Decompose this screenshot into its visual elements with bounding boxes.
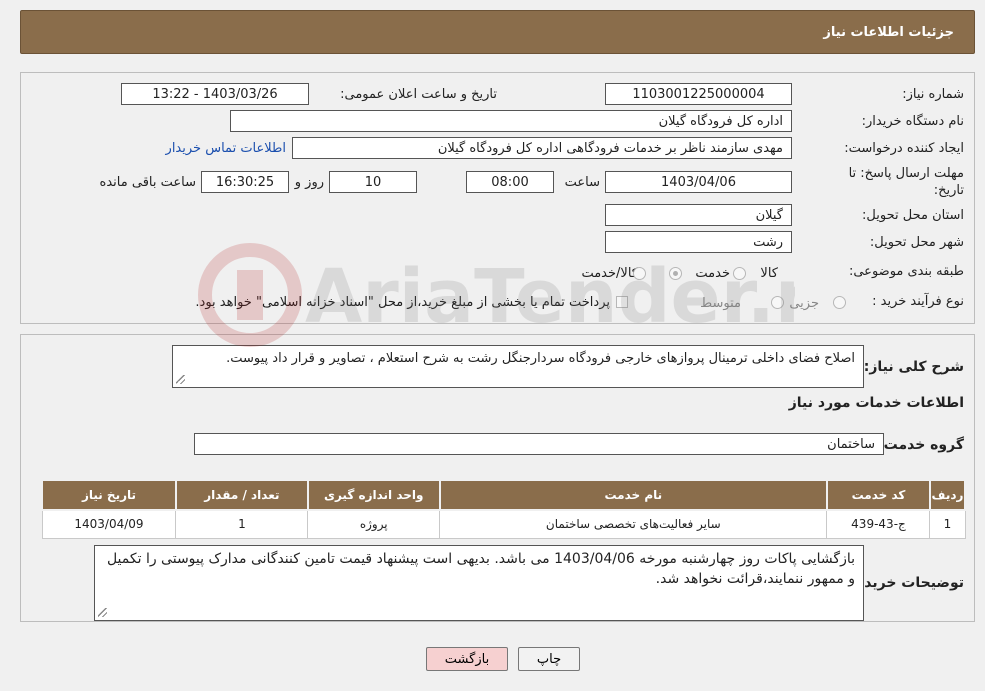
deadline-time-label: ساعت (564, 175, 600, 190)
treasury-payment-note: پرداخت تمام یا بخشی از مبلغ خرید،از محل … (195, 295, 610, 310)
city-label: شهر محل تحویل: (869, 235, 964, 250)
cell-unit: پروژه (307, 509, 441, 539)
services-table-header: ردیف کد خدمت نام خدمت واحد اندازه گیری ت… (41, 479, 967, 511)
buyer-contact-link[interactable]: اطلاعات تماس خریدار (166, 141, 286, 156)
summary-label: شرح کلی نیاز: (863, 359, 964, 375)
col-quantity: تعداد / مقدار (174, 479, 309, 511)
city-field[interactable]: رشت (605, 231, 792, 253)
category-label: طبقه بندی موضوعی: (848, 264, 964, 279)
services-section-title: اطلاعات خدمات مورد نیاز (788, 395, 964, 411)
category-option-goods-label: کالا (760, 266, 778, 281)
back-button[interactable]: بازگشت (426, 647, 508, 671)
process-option-medium-radio[interactable] (771, 296, 784, 309)
deadline-label-date: تاریخ: (933, 183, 964, 198)
resize-grip[interactable] (176, 375, 185, 384)
summary-textarea[interactable]: اصلاح فضای داخلی ترمینال پروازهای خارجی … (172, 345, 864, 388)
province-label: استان محل تحویل: (862, 208, 964, 223)
buyer-org-label: نام دستگاه خریدار: (861, 114, 964, 129)
category-option-goods-radio[interactable] (733, 267, 746, 280)
service-group-label: گروه خدمت: (878, 437, 964, 453)
days-remaining-field[interactable]: 10 (329, 171, 417, 193)
purchase-process-label: نوع فرآیند خرید : (872, 294, 964, 309)
category-option-both-radio[interactable] (633, 267, 646, 280)
col-row-number: ردیف (928, 479, 967, 511)
cell-service-name: سایر فعالیت‌های تخصصی ساختمان (439, 509, 828, 539)
col-service-name: نام خدمت (438, 479, 828, 511)
cell-row-number: 1 (929, 509, 966, 539)
process-option-minor-radio[interactable] (833, 296, 846, 309)
process-option-minor-label: جزیی (789, 296, 819, 311)
process-option-medium-label: متوسط (700, 296, 741, 311)
buyer-org-field[interactable]: اداره کل فرودگاه گیلان (230, 110, 792, 132)
col-service-code: کد خدمت (825, 479, 931, 511)
deadline-date-field[interactable]: 1403/04/06 (605, 171, 792, 193)
remaining-time-label: ساعت باقی مانده (99, 175, 196, 190)
cell-service-code: ج-43-439 (826, 509, 931, 539)
province-field[interactable]: گیلان (605, 204, 792, 226)
treasury-payment-checkbox[interactable] (616, 296, 628, 308)
days-label: روز و (294, 175, 324, 190)
request-number-field[interactable]: 1103001225000004 (605, 83, 792, 105)
cell-need-date: 1403/04/09 (41, 509, 177, 539)
buyer-notes-text: بازگشایی پاکات روز چهارشنبه مورخه 1403/0… (106, 551, 855, 587)
category-option-service-label: خدمت (695, 266, 730, 281)
table-row: 1 ج-43-439 سایر فعالیت‌های تخصصی ساختمان… (41, 509, 966, 539)
request-number-label: شماره نیاز: (902, 87, 964, 102)
creator-label: ایجاد کننده درخواست: (844, 141, 964, 156)
service-group-field[interactable]: ساختمان (194, 433, 884, 455)
buyer-notes-textarea[interactable]: بازگشایی پاکات روز چهارشنبه مورخه 1403/0… (94, 545, 864, 621)
request-info-panel: شماره نیاز: 1103001225000004 تاریخ و ساع… (20, 72, 975, 324)
announce-date-label: تاریخ و ساعت اعلان عمومی: (340, 87, 497, 102)
deadline-time-field[interactable]: 08:00 (466, 171, 554, 193)
creator-field[interactable]: مهدی سازمند ناظر بر خدمات فرودگاهی اداره… (292, 137, 792, 159)
category-option-service-radio[interactable] (669, 267, 682, 280)
print-button[interactable]: چاپ (518, 647, 580, 671)
page-title: جزئیات اطلاعات نیاز (823, 24, 954, 40)
deadline-label: مهلت ارسال پاسخ: تا (848, 166, 964, 181)
col-unit: واحد اندازه گیری (306, 479, 441, 511)
details-panel: شرح کلی نیاز: اصلاح فضای داخلی ترمینال پ… (20, 334, 975, 622)
summary-text: اصلاح فضای داخلی ترمینال پروازهای خارجی … (226, 351, 855, 366)
services-table: ردیف کد خدمت نام خدمت واحد اندازه گیری ت… (41, 479, 967, 539)
cell-quantity: 1 (175, 509, 309, 539)
announce-date-field[interactable]: 1403/03/26 - 13:22 (121, 83, 309, 105)
category-option-both-label: کالا/خدمت (581, 266, 638, 281)
page-header: جزئیات اطلاعات نیاز (20, 10, 975, 54)
remaining-time-field[interactable]: 16:30:25 (201, 171, 289, 193)
resize-grip[interactable] (98, 608, 107, 617)
col-need-date: تاریخ نیاز (41, 479, 177, 511)
